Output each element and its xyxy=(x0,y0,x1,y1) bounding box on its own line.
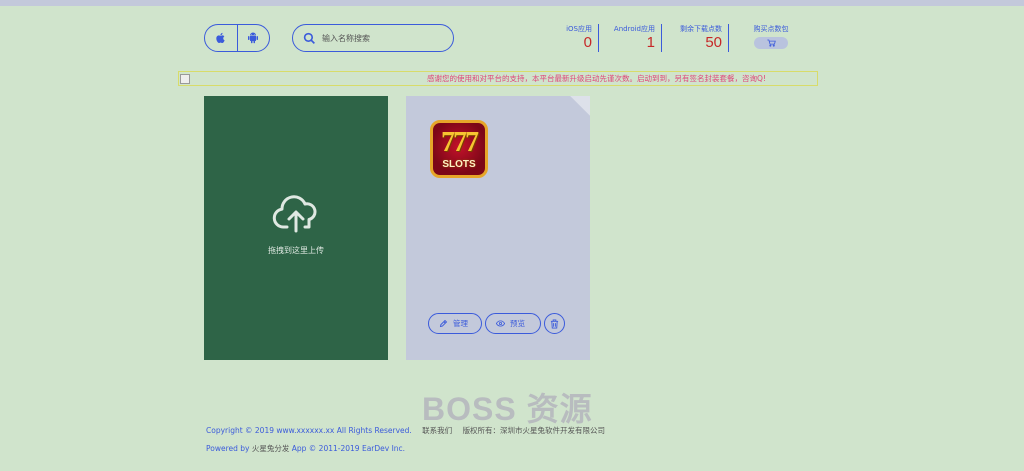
delete-button[interactable] xyxy=(544,313,565,334)
upload-dropzone[interactable]: 拖拽到这里上传 xyxy=(204,96,388,360)
stat-android-value: 1 xyxy=(646,34,655,51)
corner-ribbon xyxy=(570,96,590,116)
platform-toggle xyxy=(204,24,270,52)
stat-remaining-downloads: 剩余下载点数 50 xyxy=(672,24,729,52)
app-card: 777 SLOTS 管理 预览 xyxy=(406,96,590,360)
footer-line-1: Copyright © 2019 www.xxxxxx.xx All Right… xyxy=(206,425,605,443)
app-icon-sevens: 777 xyxy=(441,127,479,158)
rights-text: 版权所有：深圳市火星兔软件开发有限公司 xyxy=(462,426,606,435)
app-icon[interactable]: 777 SLOTS xyxy=(430,120,488,178)
eye-icon xyxy=(496,320,505,327)
stat-ios-label: iOS应用 xyxy=(566,25,592,33)
powered-suffix: App © 2011-2019 EarDev Inc. xyxy=(291,444,406,453)
powered-name[interactable]: 火星兔分发 xyxy=(252,444,290,453)
pencil-icon xyxy=(439,319,448,328)
preview-label: 预览 xyxy=(510,319,525,328)
apple-icon xyxy=(216,32,225,44)
stat-android-apps: Android应用 1 xyxy=(606,24,662,52)
app-icon-slots: SLOTS xyxy=(442,159,476,170)
stat-downloads-value: 50 xyxy=(705,34,722,51)
stat-ios-apps: iOS应用 0 xyxy=(558,24,599,52)
stat-downloads-label: 剩余下载点数 xyxy=(680,25,722,33)
manage-button[interactable]: 管理 xyxy=(428,313,482,334)
watermark: BOSS 资源 xyxy=(422,391,593,427)
search-input[interactable] xyxy=(322,33,442,43)
notice-text: 感谢您的使用和对平台的支持，本平台最新升级启动先谨次数。启动到到，另有签名封装套… xyxy=(427,74,766,83)
trash-icon xyxy=(550,319,559,328)
upload-label: 拖拽到这里上传 xyxy=(268,245,324,255)
buy-points: 购买点数包 xyxy=(746,24,796,52)
buy-points-button[interactable] xyxy=(754,37,788,49)
stat-android-label: Android应用 xyxy=(613,25,655,33)
ios-filter-button[interactable] xyxy=(205,25,237,51)
contact-link[interactable]: 联系我们 xyxy=(422,426,452,435)
buy-points-label: 购买点数包 xyxy=(753,25,789,33)
powered-prefix: Powered by xyxy=(206,444,250,453)
manage-label: 管理 xyxy=(453,319,468,328)
copyright-text: Copyright © 2019 www.xxxxxx.xx All Right… xyxy=(206,426,412,435)
cloud-upload-icon xyxy=(272,194,317,232)
top-bar xyxy=(0,0,1024,6)
search-box xyxy=(292,24,454,52)
preview-button[interactable]: 预览 xyxy=(485,313,541,334)
broken-image-icon xyxy=(180,73,190,84)
stat-ios-value: 0 xyxy=(583,34,592,51)
footer-line-2: Powered by 火星兔分发 App © 2011-2019 EarDev … xyxy=(206,443,605,461)
app-actions: 管理 预览 xyxy=(428,313,565,334)
cart-icon xyxy=(767,39,776,47)
footer: Copyright © 2019 www.xxxxxx.xx All Right… xyxy=(206,425,605,461)
android-filter-button[interactable] xyxy=(236,25,270,51)
notice-banner: 感谢您的使用和对平台的支持，本平台最新升级启动先谨次数。启动到到，另有签名封装套… xyxy=(178,71,818,86)
search-icon xyxy=(303,32,315,44)
android-icon xyxy=(248,32,259,44)
